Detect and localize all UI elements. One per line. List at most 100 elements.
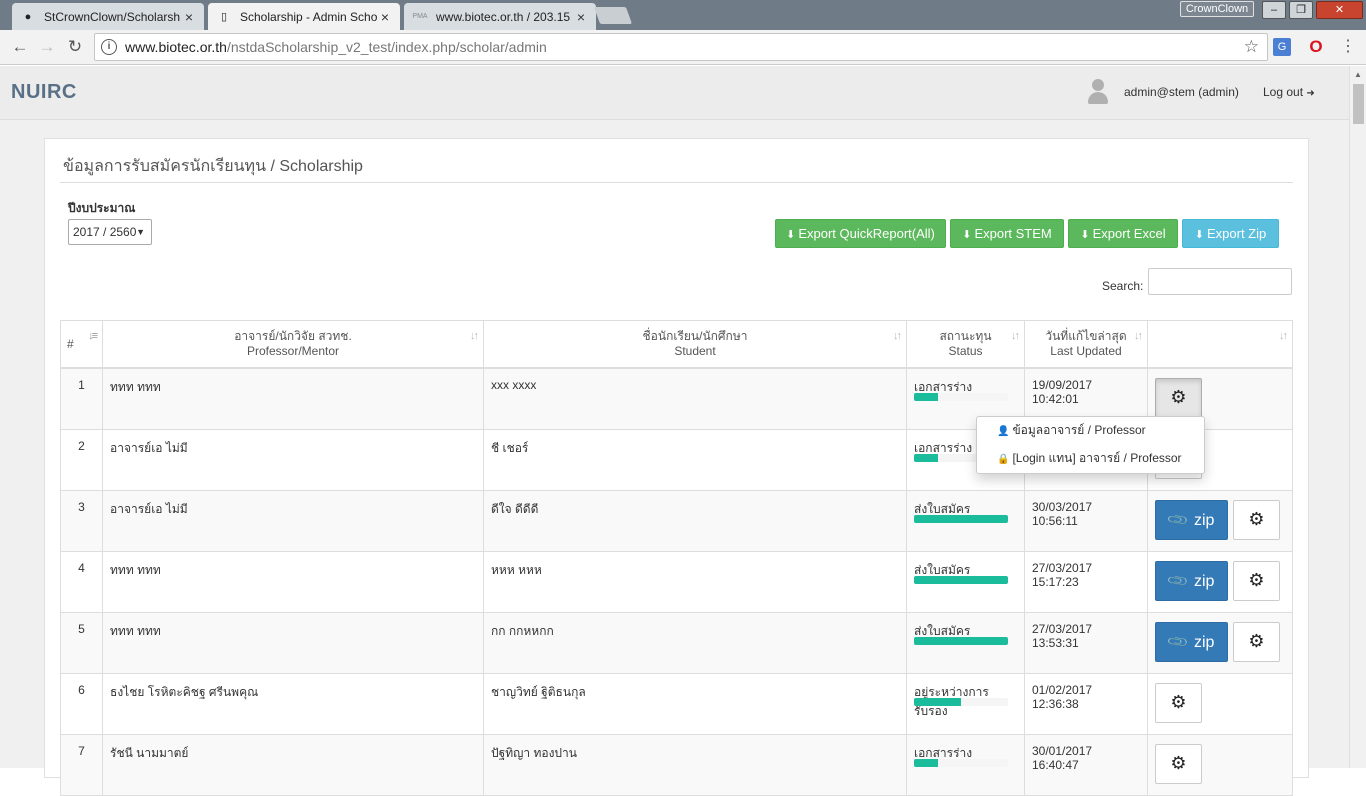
last-updated: 01/02/2017 12:36:38 — [1025, 674, 1148, 734]
status-cell: เอกสารร่าง — [907, 735, 1025, 795]
status-cell: อยู่ระหว่างการรับรอง — [907, 674, 1025, 734]
settings-button[interactable]: ⚙ — [1233, 500, 1280, 540]
zip-button[interactable]: 📎 zip — [1155, 500, 1228, 540]
bookmark-star-icon[interactable]: ☆ — [1244, 37, 1259, 57]
status-label: ส่งใบสมัคร — [914, 624, 971, 638]
table-row: 7 รัชนี นามมาตย์ ปัฐทิญา ทองปาน เอกสารร่าง 3… — [60, 735, 1293, 796]
status-progress-bar — [914, 576, 1008, 584]
menu-icon[interactable]: ⋮ — [1338, 37, 1358, 57]
paperclip-icon: 📎 — [1165, 630, 1190, 654]
chevron-down-icon: ▼ — [136, 227, 145, 237]
settings-button[interactable]: ⚙ — [1155, 378, 1202, 418]
col-updated-header[interactable]: วันที่แก้ไขล่าสุด Last Updated ↓↑ — [1025, 321, 1148, 369]
col-actions-header[interactable]: ↓↑ — [1148, 321, 1292, 369]
gear-icon: ⚙ — [1170, 692, 1187, 712]
status-progress-bar — [914, 637, 1008, 645]
opera-icon[interactable]: O — [1306, 37, 1326, 57]
close-icon[interactable]: × — [378, 9, 392, 25]
status-cell: ส่งใบสมัคร — [907, 552, 1025, 612]
gear-icon: ⚙ — [1170, 753, 1187, 773]
translate-icon[interactable]: G — [1273, 38, 1291, 56]
row-number: 6 — [61, 674, 103, 734]
zip-button[interactable]: 📎 zip — [1155, 561, 1228, 601]
close-icon[interactable]: × — [182, 9, 196, 25]
tab-label: StCrownClown/Scholarsh — [44, 9, 181, 24]
export-zip-label: Export Zip — [1206, 226, 1267, 241]
status-progress-bar — [914, 698, 1008, 706]
menu-item-login-as-professor[interactable]: 🔒 [Login แทน] อาจารย์ / Professor — [977, 445, 1204, 471]
search-input[interactable] — [1148, 268, 1292, 295]
fiscal-year-label: ปีงบประมาณ — [68, 201, 136, 215]
export-excel-label: Export Excel — [1092, 226, 1166, 241]
settings-button[interactable]: ⚙ — [1233, 561, 1280, 601]
col-status-header[interactable]: สถานะทุน Status ↓↑ — [907, 321, 1025, 369]
row-number: 4 — [61, 552, 103, 612]
fiscal-year-select[interactable]: 2017 / 2560 ▼ — [68, 219, 152, 245]
address-bar[interactable]: i www.biotec.or.th /nstdaScholarship_v2_… — [94, 33, 1268, 61]
lock-icon: 🔒 — [997, 454, 1010, 465]
menu-item-professor-info[interactable]: 👤 ข้อมูลอาจารย์ / Professor — [977, 417, 1204, 443]
scroll-up-icon[interactable]: ▲ — [1354, 70, 1362, 79]
professor-name: ททท ททท — [103, 369, 484, 429]
col-professor-header[interactable]: อาจารย์/นักวิจัย สวทช. Professor/Mentor … — [103, 321, 484, 369]
student-name: xxx xxxx — [484, 369, 907, 429]
browser-tab-github[interactable]: ● StCrownClown/Scholarsh × — [12, 3, 204, 30]
status-label: ส่งใบสมัคร — [914, 502, 971, 516]
info-icon[interactable]: i — [101, 39, 117, 55]
student-name: ชาญวิทย์ ฐิติธนกุล — [484, 674, 907, 734]
col-student-header[interactable]: ชื่อนักเรียน/นักศึกษา Student ↓↑ — [484, 321, 907, 369]
url-path: /nstdaScholarship_v2_test/index.php/scho… — [226, 39, 547, 55]
close-window-button[interactable]: ✕ — [1316, 1, 1363, 19]
status-progress-bar — [914, 393, 1008, 401]
browser-tab-scholarship[interactable]: ▯ Scholarship - Admin Scho × — [208, 3, 400, 30]
gear-icon: ⚙ — [1248, 570, 1265, 590]
export-excel-button[interactable]: ⬇ Export Excel — [1068, 219, 1178, 248]
forward-icon[interactable]: → — [36, 36, 58, 58]
row-number: 2 — [61, 430, 103, 490]
col-professor-en: Professor/Mentor — [246, 344, 340, 358]
export-zip-button[interactable]: ⬇ Export Zip — [1182, 219, 1279, 248]
fiscal-year-value: 2017 / 2560 — [73, 225, 137, 239]
professor-name: อาจารย์เอ ไม่มี — [103, 430, 484, 490]
close-icon[interactable]: × — [574, 9, 588, 25]
browser-tab-pma[interactable]: PMA www.biotec.or.th / 203.15 × — [404, 3, 596, 30]
reload-icon[interactable]: ↻ — [64, 36, 86, 58]
settings-button[interactable]: ⚙ — [1155, 683, 1202, 723]
page-scrollbar[interactable]: ▲ — [1349, 66, 1366, 768]
col-professor-th: อาจารย์/นักวิจัย สวทช. — [234, 329, 352, 343]
tab-label: www.biotec.or.th / 203.15 — [436, 9, 571, 24]
brand-logo[interactable]: NUIRC — [11, 81, 77, 104]
col-student-th: ชื่อนักเรียน/นักศึกษา — [642, 329, 748, 343]
scrollbar-thumb[interactable] — [1353, 84, 1364, 124]
browser-toolbar: ← → ↻ i www.biotec.or.th /nstdaScholarsh… — [0, 30, 1366, 65]
export-stem-button[interactable]: ⬇ Export STEM — [950, 219, 1064, 248]
student-name: ปัฐทิญา ทองปาน — [484, 735, 907, 795]
status-cell: ส่งใบสมัคร — [907, 491, 1025, 551]
new-tab-button[interactable] — [593, 7, 633, 24]
status-label: เอกสารร่าง — [914, 380, 973, 394]
browser-profile[interactable]: CrownClown — [1180, 1, 1254, 17]
avatar — [1087, 79, 1109, 105]
minimize-button[interactable]: – — [1262, 1, 1286, 19]
status-cell: ส่งใบสมัคร — [907, 613, 1025, 673]
maximize-button[interactable]: ❐ — [1289, 1, 1313, 19]
settings-button[interactable]: ⚙ — [1233, 622, 1280, 662]
table-row: 6 ธงไชย โรหิตะคิชฐ ศรีนพคุณ ชาญวิทย์ ฐิติธ… — [60, 674, 1293, 735]
table-header: # ↓≡ อาจารย์/นักวิจัย สวทช. Professor/Me… — [60, 320, 1293, 369]
col-updated-th: วันที่แก้ไขล่าสุด — [1045, 329, 1127, 343]
col-status-en: Status — [948, 344, 983, 358]
logout-link[interactable]: Log out ➜ — [1263, 85, 1315, 99]
zip-label: zip — [1193, 634, 1215, 651]
page-title: ข้อมูลการรับสมัครนักเรียนทุน / Scholarsh… — [63, 158, 363, 175]
actions-cell: ⚙ — [1148, 674, 1292, 734]
download-icon: ⬇ — [1080, 229, 1090, 241]
settings-button[interactable]: ⚙ — [1155, 744, 1202, 784]
url-host: www.biotec.or.th — [125, 39, 227, 55]
back-icon[interactable]: ← — [9, 36, 31, 58]
col-num-header[interactable]: # ↓≡ — [61, 321, 103, 369]
export-quickreport-button[interactable]: ⬇ Export QuickReport(All) — [775, 219, 946, 248]
tab-label: Scholarship - Admin Scho — [240, 9, 378, 24]
zip-label: zip — [1193, 573, 1215, 590]
username[interactable]: admin@stem (admin) — [1124, 85, 1239, 99]
zip-button[interactable]: 📎 zip — [1155, 622, 1228, 662]
